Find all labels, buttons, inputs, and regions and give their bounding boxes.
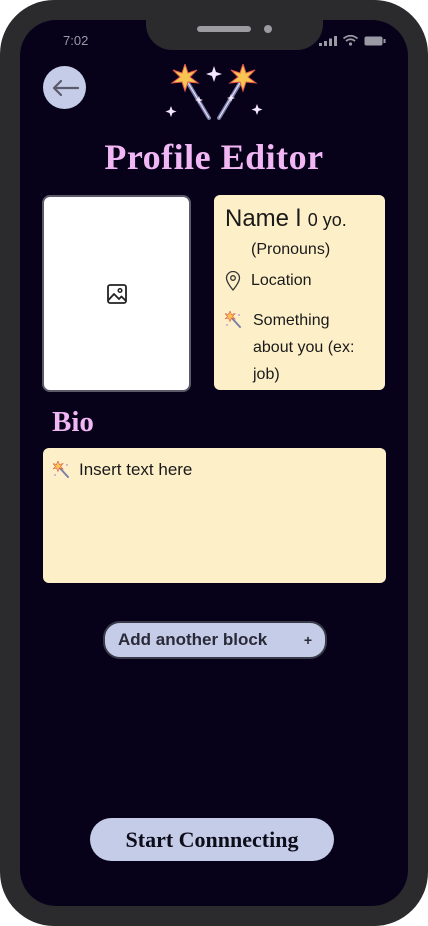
profile-pronouns[interactable]: (Pronouns) [251, 241, 330, 259]
name-line[interactable]: Name l 0 yo. [225, 205, 347, 233]
profile-name: Name l [225, 205, 302, 232]
profile-about: Something about you (ex: job) [253, 312, 355, 383]
profile-location: Location [251, 272, 312, 289]
image-icon [106, 283, 127, 304]
bio-placeholder: Insert text here [79, 460, 193, 479]
signal-icon [319, 36, 337, 46]
start-connecting-button[interactable]: Start Connnecting [90, 818, 334, 861]
bio-text-area[interactable]: Insert text here [43, 448, 386, 583]
location-pin-icon [225, 271, 241, 291]
phone-frame: 7:02 Profile Editor Name l 0 yo. (Pronou… [0, 0, 428, 926]
profile-age: 0 yo. [307, 210, 347, 230]
wifi-icon [343, 35, 358, 46]
add-block-label: Add another block [118, 630, 268, 649]
front-camera [264, 25, 272, 33]
phone-screen: 7:02 Profile Editor Name l 0 yo. (Pronou… [20, 20, 408, 906]
sparkler-icon [53, 461, 69, 478]
plus-icon: + [303, 632, 312, 648]
sparkler-logo-icon [165, 64, 263, 120]
back-button[interactable] [43, 66, 86, 109]
phone-notch [146, 20, 323, 50]
profile-info-card[interactable]: Name l 0 yo. (Pronouns) Location Somethi [214, 195, 385, 390]
about-row[interactable]: Something about you (ex: job) [225, 307, 371, 388]
sparkler-icon [225, 311, 241, 328]
add-block-button[interactable]: Add another block + [103, 621, 327, 659]
start-connecting-label: Start Connnecting [125, 826, 299, 852]
profile-photo-placeholder[interactable] [42, 195, 191, 392]
speaker-grille [197, 26, 251, 32]
status-time: 7:02 [63, 33, 89, 48]
status-icons [319, 35, 386, 46]
arrow-left-icon [52, 79, 79, 96]
location-row[interactable]: Location [225, 271, 312, 291]
page-title: Profile Editor [104, 137, 324, 177]
bio-placeholder-row: Insert text here [53, 460, 192, 480]
bio-heading: Bio [52, 406, 94, 438]
battery-icon [364, 36, 386, 46]
